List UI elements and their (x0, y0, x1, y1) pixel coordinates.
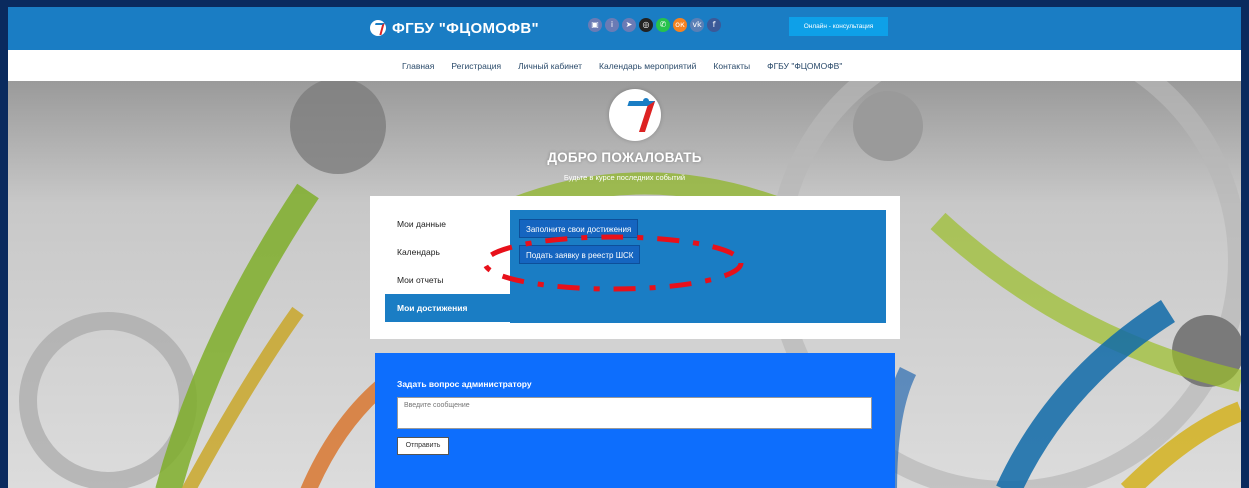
profile-card: Мои данные Календарь Мои отчеты Мои дост… (370, 196, 900, 339)
hero-section: ДОБРО ПОЖАЛОВАТЬ Будьте в курсе последни… (8, 81, 1241, 488)
menu-item-my-achievements[interactable]: Мои достижения (385, 294, 510, 322)
achievements-panel: Заполните свои достижения Подать заявку … (510, 210, 886, 323)
send-button[interactable]: Отправить (397, 437, 449, 455)
contact-card-icon[interactable]: ▣ (588, 18, 602, 32)
instagram-icon[interactable]: ◎ (639, 18, 653, 32)
message-input[interactable] (397, 397, 872, 429)
welcome-title: ДОБРО ПОЖАЛОВАТЬ (547, 150, 702, 165)
question-form: Задать вопрос администратору Отправить (375, 353, 895, 488)
logo-icon (609, 89, 661, 141)
nav-link-account[interactable]: Личный кабинет (518, 61, 582, 71)
nav-link-home[interactable]: Главная (402, 61, 434, 71)
social-links: ▣ i ➤ ◎ ✆ ок vk f (588, 18, 721, 32)
telegram-icon[interactable]: ➤ (622, 18, 636, 32)
welcome-tagline: Будьте в курсе последних событий (563, 173, 686, 182)
profile-menu: Мои данные Календарь Мои отчеты Мои дост… (385, 196, 510, 322)
facebook-icon[interactable]: f (707, 18, 721, 32)
odnoklassniki-icon[interactable]: ок (673, 18, 687, 32)
page: ФГБУ "ФЦОМОФВ" ▣ i ➤ ◎ ✆ ок vk f Онлайн - консу… (8, 7, 1241, 488)
window-frame: ФГБУ "ФЦОМОФВ" ▣ i ➤ ◎ ✆ ок vk f Онлайн - консу… (0, 0, 1249, 488)
nav-link-organization[interactable]: ФГБУ "ФЦОМОФВ" (767, 61, 842, 71)
nav-link-contacts[interactable]: Контакты (713, 61, 750, 71)
brand-logo-icon (370, 20, 386, 36)
apply-registry-button[interactable]: Подать заявку в реестр ШСК (519, 245, 641, 264)
person-icon[interactable]: i (605, 18, 619, 32)
fill-achievements-button[interactable]: Заполните свои достижения (519, 219, 639, 238)
nav-link-events-calendar[interactable]: Календарь мероприятий (599, 61, 696, 71)
whatsapp-icon[interactable]: ✆ (656, 18, 670, 32)
brand[interactable]: ФГБУ "ФЦОМОФВ" (370, 17, 539, 39)
online-consultation-button[interactable]: Онлайн - консультация (789, 17, 888, 36)
vk-icon[interactable]: vk (690, 18, 704, 32)
nav-link-registration[interactable]: Регистрация (451, 61, 501, 71)
nav-links: Главная Регистрация Личный кабинет Кален… (402, 61, 859, 71)
question-title: Задать вопрос администратору (397, 379, 532, 389)
menu-item-my-reports[interactable]: Мои отчеты (385, 266, 510, 294)
menu-item-calendar[interactable]: Календарь (385, 238, 510, 266)
top-bar: ФГБУ "ФЦОМОФВ" ▣ i ➤ ◎ ✆ ок vk f Онлайн - консу… (8, 7, 1241, 50)
brand-name: ФГБУ "ФЦОМОФВ" (392, 19, 539, 37)
menu-item-my-data[interactable]: Мои данные (385, 210, 510, 238)
nav-bar: Главная Регистрация Личный кабинет Кален… (8, 50, 1241, 81)
